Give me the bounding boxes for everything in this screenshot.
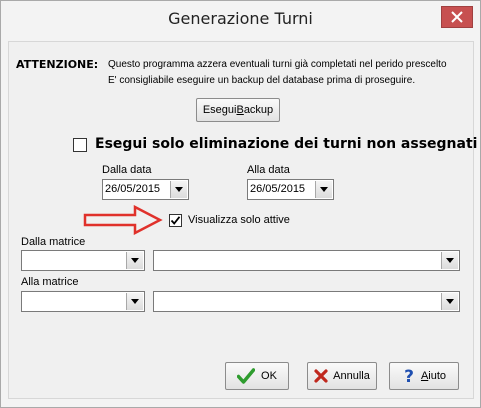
to-matrix-label: Alla matrice (21, 276, 79, 288)
to-matrix-code-dropdown-button[interactable] (126, 293, 143, 310)
question-mark-icon: ? (404, 367, 414, 385)
only-active-checkbox[interactable] (169, 214, 182, 227)
from-matrix-description-dropdown-button[interactable] (441, 252, 458, 269)
from-matrix-code-select[interactable] (21, 250, 145, 271)
cancel-button[interactable]: Annulla (307, 362, 377, 390)
to-matrix-code-select[interactable] (21, 291, 145, 312)
warning-text-line2: E' consigliabile eseguire un backup del … (108, 75, 416, 86)
to-matrix-description-dropdown-button[interactable] (441, 293, 458, 310)
from-matrix-label: Dalla matrice (21, 236, 86, 248)
from-date-label: Dalla data (102, 164, 152, 176)
dialog-window: Generazione Turni ATTENZIONE: Questo pro… (0, 0, 481, 408)
help-label-rest: iuto (428, 370, 447, 382)
only-delete-checkbox[interactable] (73, 138, 87, 152)
warning-label: ATTENZIONE: (16, 58, 99, 71)
warning-text-line1: Questo programma azzera eventuali turni … (108, 59, 447, 70)
to-matrix-description-select[interactable] (153, 291, 460, 312)
from-date-value: 26/05/2015 (105, 183, 161, 195)
chevron-down-icon (446, 258, 454, 263)
ok-button[interactable]: OK (225, 362, 289, 390)
to-date-value: 26/05/2015 (250, 183, 306, 195)
backup-label-accel: B (236, 104, 244, 116)
ok-label: OK (261, 370, 277, 382)
checkmark-icon (170, 216, 181, 225)
from-date-picker[interactable]: 26/05/2015 (102, 179, 189, 200)
red-arrow-icon (83, 205, 163, 235)
to-date-picker[interactable]: 26/05/2015 (247, 179, 334, 200)
from-matrix-code-dropdown-button[interactable] (126, 252, 143, 269)
help-button[interactable]: ? Aiuto (389, 362, 459, 390)
dialog-body: ATTENZIONE: Questo programma azzera even… (8, 41, 478, 399)
svg-text:?: ? (404, 367, 414, 385)
dialog-title: Generazione Turni (168, 9, 313, 28)
from-matrix-description-select[interactable] (153, 250, 460, 271)
to-date-dropdown-button[interactable] (315, 181, 332, 198)
backup-label-post: ackup (243, 104, 274, 116)
only-active-label: Visualizza solo attive (188, 214, 290, 226)
close-icon (451, 11, 463, 23)
checkmark-icon (237, 368, 256, 384)
backup-label-pre: Esegui (202, 104, 237, 116)
only-delete-label: Esegui solo eliminazione dei turni non a… (95, 136, 478, 152)
to-date-label: Alla data (247, 164, 290, 176)
chevron-down-icon (175, 187, 183, 192)
title-bar: Generazione Turni (1, 1, 480, 37)
cancel-label: Annulla (333, 370, 370, 382)
backup-button[interactable]: Esegui Backup (196, 98, 280, 122)
cancel-x-icon (314, 369, 328, 383)
chevron-down-icon (446, 299, 454, 304)
chevron-down-icon (131, 299, 139, 304)
from-date-dropdown-button[interactable] (170, 181, 187, 198)
close-button[interactable] (441, 6, 473, 28)
chevron-down-icon (320, 187, 328, 192)
chevron-down-icon (131, 258, 139, 263)
